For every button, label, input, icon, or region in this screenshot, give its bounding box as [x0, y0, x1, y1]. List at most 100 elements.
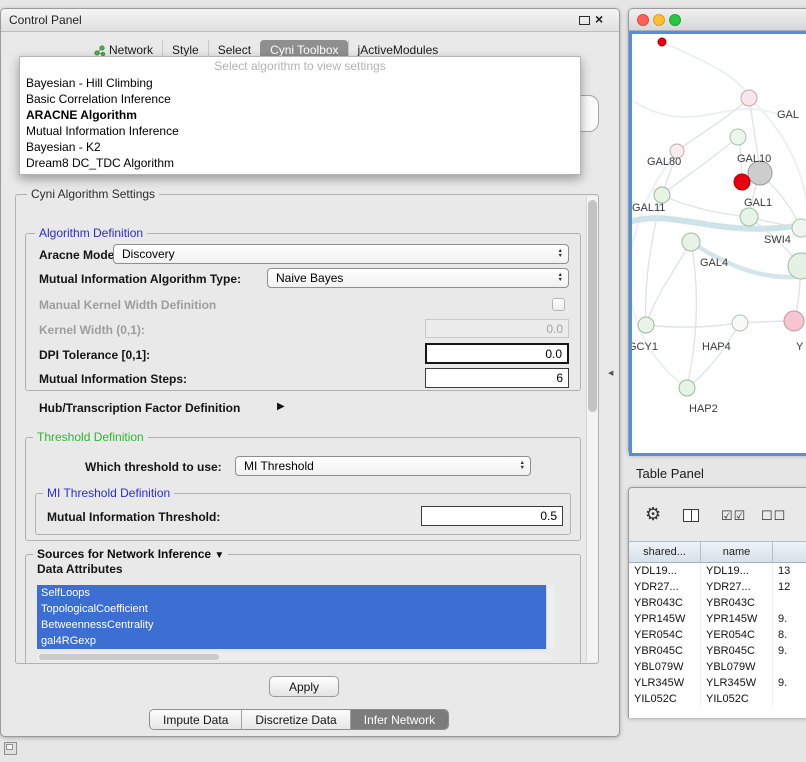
column-header-name[interactable]: name [701, 541, 773, 563]
columns-icon[interactable] [683, 509, 699, 522]
table-cell[interactable]: YDL19... [701, 563, 773, 579]
menu-item-mutual-information[interactable]: Mutual Information Inference [20, 123, 580, 139]
restore-panel-icon[interactable] [4, 742, 17, 755]
network-canvas[interactable]: GAL GAL80 GAL10 GAL11 GAL1 SWI4 GAL4 GCY… [629, 31, 806, 456]
settings-scrollbar[interactable] [586, 196, 598, 662]
select-all-checkboxes-icon[interactable]: ☑☑ [721, 508, 746, 524]
close-window-icon[interactable]: × [595, 11, 603, 27]
table-cell[interactable]: YLR345W [701, 675, 773, 691]
network-node[interactable] [679, 380, 695, 396]
menu-item-dream8[interactable]: Dream8 DC_TDC Algorithm [20, 155, 580, 171]
table-cell[interactable]: YBR043C [701, 595, 773, 611]
table-cell[interactable]: YDR27... [701, 579, 773, 595]
table-panel-title: Table Panel [636, 466, 704, 481]
dpi-tolerance-input[interactable] [425, 343, 569, 364]
table-cell[interactable]: 9. [773, 643, 806, 659]
network-node[interactable] [732, 315, 748, 331]
table-cell[interactable] [773, 595, 806, 611]
table-cell[interactable]: 9. [773, 675, 806, 691]
mi-steps-input[interactable] [425, 368, 569, 388]
menu-item-bayesian-k2[interactable]: Bayesian - K2 [20, 139, 580, 155]
float-window-icon[interactable] [579, 16, 590, 25]
splitter-collapse-icon[interactable]: ◀ [608, 369, 613, 377]
table-cell[interactable]: YIL052C [629, 691, 701, 707]
table-cell[interactable]: YDL19... [629, 563, 701, 579]
tab-discretize-data[interactable]: Discretize Data [241, 710, 349, 729]
attribute-item-topologicalcoefficient[interactable]: TopologicalCoefficient [37, 601, 546, 617]
table-cell[interactable]: 12 [773, 579, 806, 595]
network-node[interactable] [741, 90, 757, 106]
table-cell[interactable]: 13 [773, 563, 806, 579]
table-cell[interactable]: YDR27... [629, 579, 701, 595]
network-node[interactable] [792, 219, 806, 237]
network-node[interactable] [730, 129, 746, 145]
control-panel-titlebar[interactable]: Control Panel × [1, 9, 619, 32]
table-cell[interactable]: 9. [773, 611, 806, 627]
apply-button[interactable]: Apply [269, 676, 339, 697]
hub-definition-label[interactable]: Hub/Transcription Factor Definition [39, 401, 240, 415]
table-cell[interactable]: YBR045C [701, 643, 773, 659]
table-cell[interactable]: YPR145W [629, 611, 701, 627]
network-node-selected[interactable] [734, 174, 750, 190]
table-cell[interactable]: YBL079W [701, 659, 773, 675]
column-header-clipped[interactable] [773, 541, 806, 563]
table-cell[interactable]: 8. [773, 627, 806, 643]
settings-scrollbar-thumb[interactable] [588, 200, 597, 412]
menu-item-bayesian-hill-climbing[interactable]: Bayesian - Hill Climbing [20, 75, 580, 91]
aracne-mode-select[interactable]: Discovery ▲▼ [113, 244, 569, 264]
sources-group-title[interactable]: Sources for Network Inference ▼ [33, 548, 228, 561]
attribute-item-gal4rgexp[interactable]: gal4RGexp [37, 633, 546, 649]
mi-type-select[interactable]: Naive Bayes ▲▼ [267, 268, 569, 288]
attribute-list-hscrollbar[interactable] [37, 653, 554, 661]
network-node[interactable] [658, 38, 666, 46]
menu-item-aracne[interactable]: ARACNE Algorithm [20, 107, 580, 123]
threshold-definition-title: Threshold Definition [33, 431, 148, 444]
mi-threshold-label: Mutual Information Threshold: [47, 510, 220, 524]
table-cell[interactable]: YPR145W [701, 611, 773, 627]
network-node[interactable] [784, 311, 804, 331]
tab-impute-data[interactable]: Impute Data [150, 710, 241, 729]
column-header-shared-name[interactable]: shared... [629, 541, 701, 563]
table-cell[interactable]: YBR043C [629, 595, 701, 611]
table-cell[interactable]: YER054C [629, 627, 701, 643]
table-panel-window: ⚙ ☑☑ ☐☐ shared... name YDL19... YDL19...… [628, 487, 806, 718]
manual-kernel-checkbox[interactable] [552, 298, 565, 311]
table-cell[interactable]: YLR345W [629, 675, 701, 691]
network-edge-group [632, 42, 806, 388]
table-cell[interactable]: YER054C [701, 627, 773, 643]
mi-threshold-group-title: MI Threshold Definition [43, 487, 174, 500]
table-cell[interactable]: YBL079W [629, 659, 701, 675]
tab-infer-network[interactable]: Infer Network [350, 710, 448, 729]
attribute-list-scrollbar[interactable] [546, 585, 555, 649]
table-cell[interactable]: YIL052C [701, 691, 773, 707]
network-edge [687, 242, 696, 388]
node-label: GCY1 [632, 341, 658, 353]
attribute-item-selfloops[interactable]: SelfLoops [37, 585, 546, 601]
network-node[interactable] [638, 317, 654, 333]
node-label: GAL80 [647, 156, 681, 168]
collapse-down-icon[interactable]: ▼ [214, 550, 224, 561]
network-node[interactable] [740, 208, 758, 226]
deselect-all-checkboxes-icon[interactable]: ☐☐ [761, 508, 786, 524]
gear-icon[interactable]: ⚙ [645, 504, 661, 525]
attribute-list: SelfLoops TopologicalCoefficient Between… [37, 585, 546, 649]
table-cell[interactable] [773, 691, 806, 707]
network-node[interactable] [682, 233, 700, 251]
network-node[interactable] [654, 187, 670, 203]
menu-item-basic-correlation[interactable]: Basic Correlation Inference [20, 91, 580, 107]
close-traffic-light-icon[interactable] [637, 14, 649, 26]
mi-threshold-input[interactable] [421, 506, 563, 526]
attribute-item-betweennesscentrality[interactable]: BetweennessCentrality [37, 617, 546, 633]
minimize-traffic-light-icon[interactable] [653, 14, 665, 26]
table-cell[interactable]: YBR045C [629, 643, 701, 659]
which-threshold-select[interactable]: MI Threshold ▲▼ [235, 456, 531, 476]
control-panel-title: Control Panel [9, 13, 82, 27]
aracne-mode-value: Discovery [122, 247, 175, 261]
zoom-traffic-light-icon[interactable] [669, 14, 681, 26]
table-cell[interactable] [773, 659, 806, 675]
network-window-titlebar[interactable] [629, 9, 806, 31]
kernel-width-input[interactable] [425, 319, 569, 338]
menu-placeholder: Select algorithm to view settings [20, 58, 580, 75]
attribute-list-hscrollbar-thumb[interactable] [39, 654, 219, 660]
expand-right-icon[interactable]: ▶ [277, 401, 285, 412]
